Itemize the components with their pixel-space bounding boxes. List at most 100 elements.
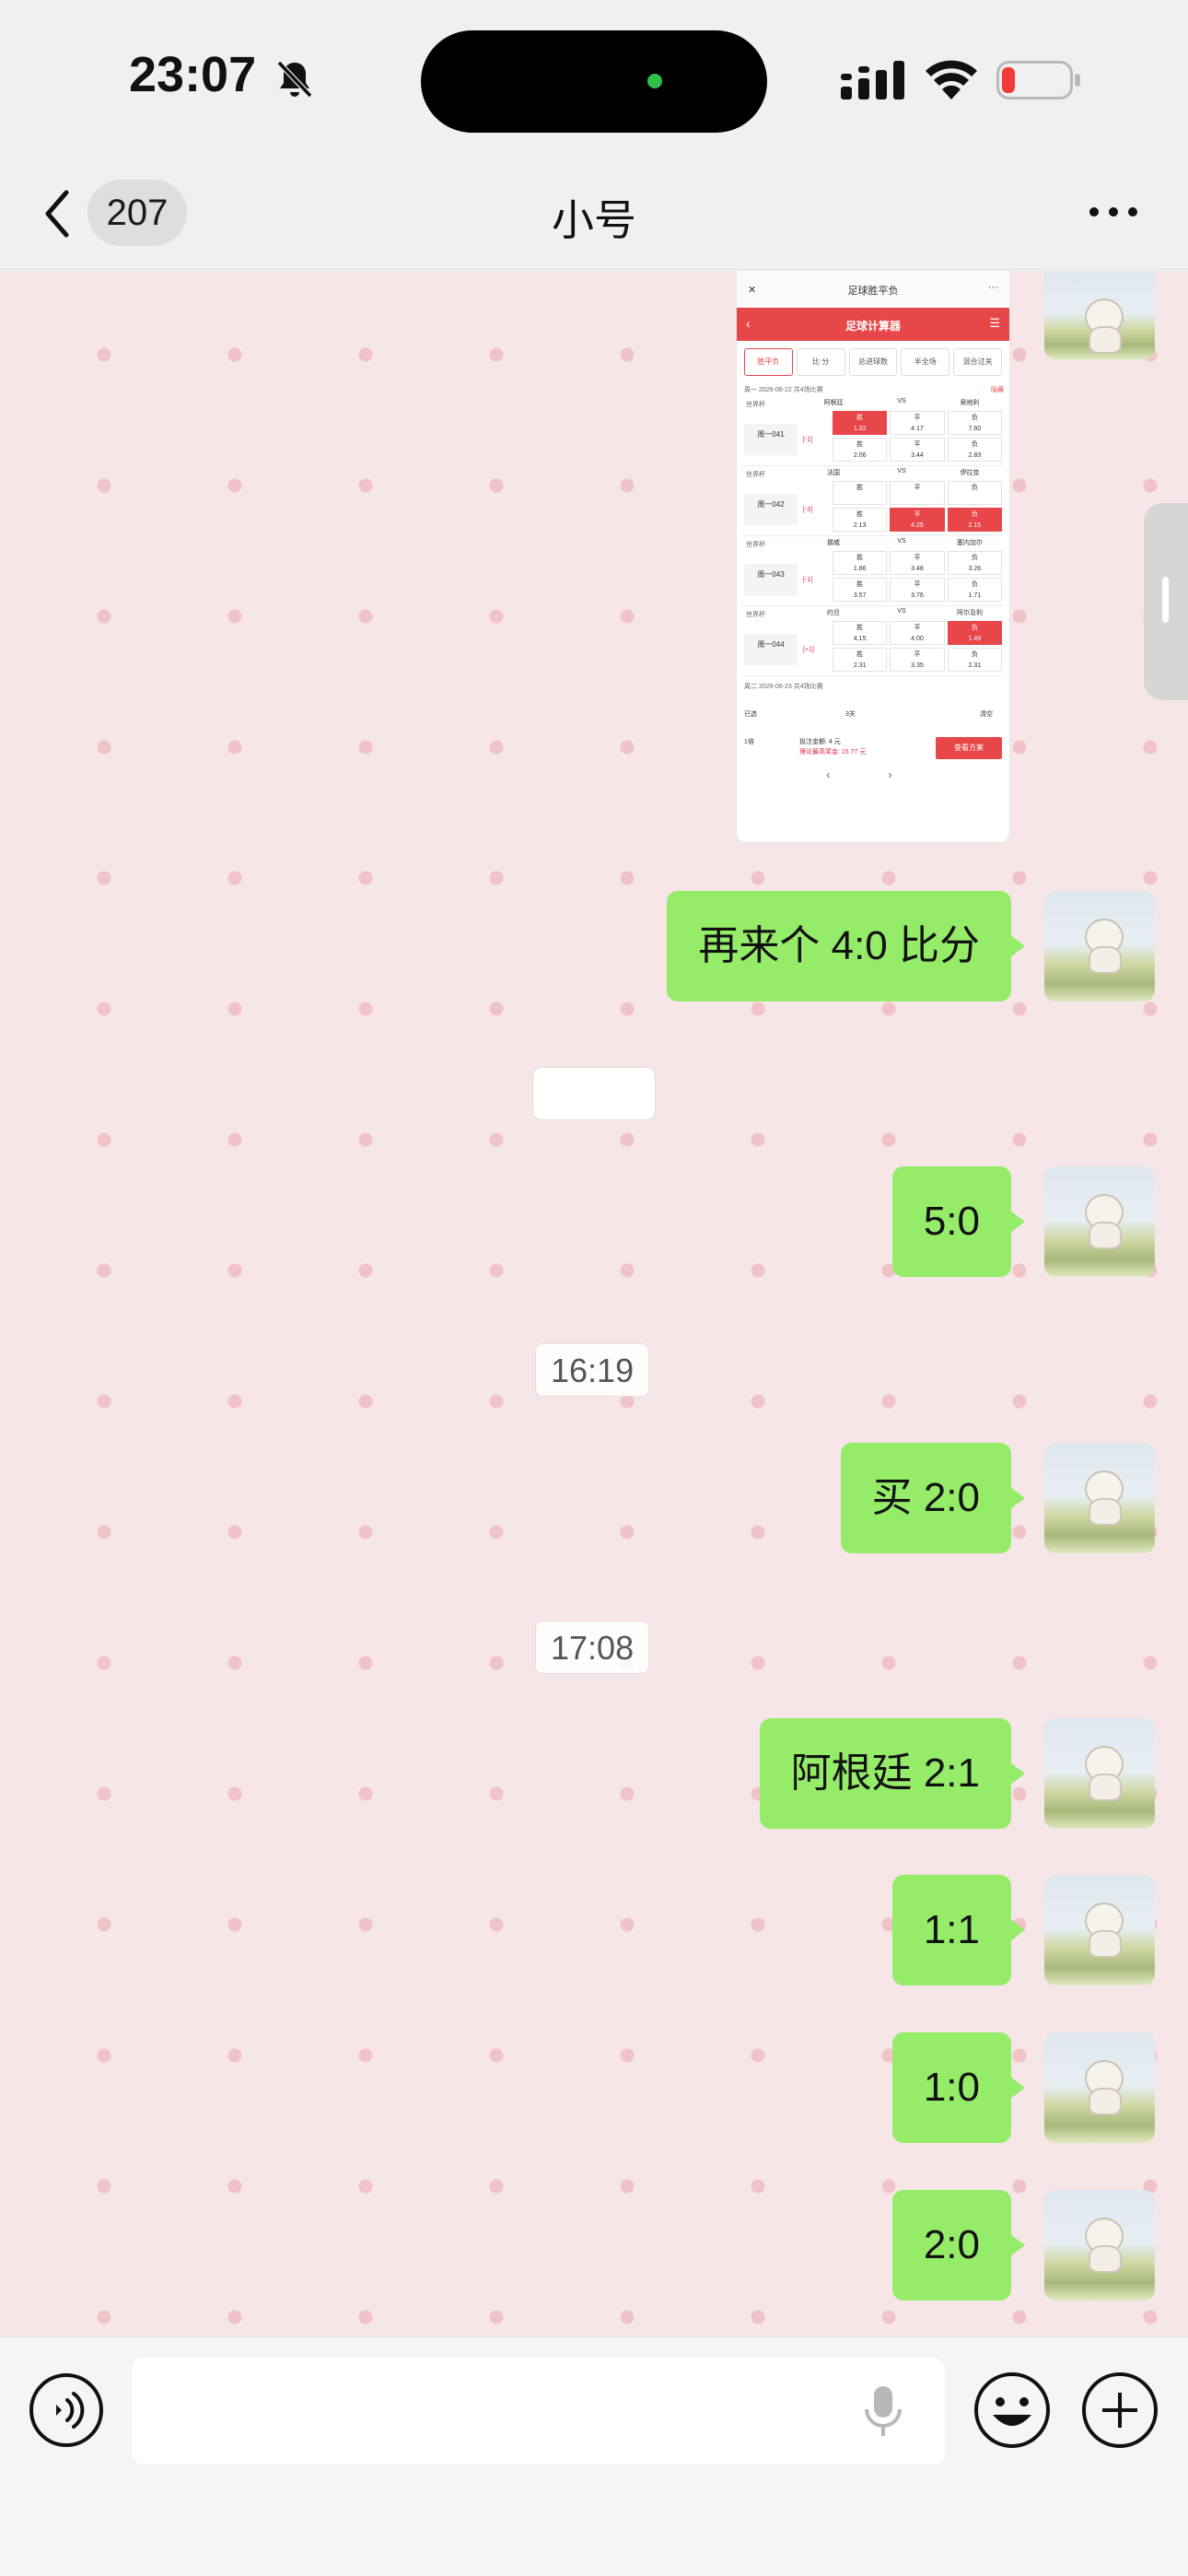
image-odds-cell: 胜 bbox=[833, 481, 888, 505]
image-odds-value: 2.13 bbox=[853, 522, 867, 529]
image-odds-grid: 胜 1.86 平 3.48 负 3.26 胜 3.57 平 3.76 负 1.71 bbox=[833, 551, 1002, 602]
image-away-team: 阿尔及利 bbox=[957, 610, 983, 616]
image-match-row: 世界杯 周一041 阿根廷 VS 奥地利 [-1] 胜 1.32 平 4.17 负 7.60 胜 2.06… bbox=[742, 396, 1004, 466]
image-header: ‹ 足球计算器 ☰ bbox=[737, 308, 1009, 341]
avatar[interactable] bbox=[1044, 1443, 1155, 1553]
image-away-team: 伊拉克 bbox=[960, 470, 980, 476]
image-odds-label: 平 bbox=[914, 511, 921, 518]
image-odds-value: 4.00 bbox=[911, 636, 924, 642]
message-bubble[interactable]: 再来个 4:0 比分 bbox=[667, 891, 1025, 1001]
image-odds-label: 胜 bbox=[856, 441, 864, 448]
image-odds-value: 3.76 bbox=[911, 592, 924, 599]
message-bubble[interactable]: 2:0 bbox=[891, 2190, 1026, 2301]
image-odds-label: 负 bbox=[971, 511, 978, 518]
image-match-row: 世界杯 周一043 挪威 VS 塞内加尔 [-1] 胜 1.86 平 3.48 负 3.26 胜 3.57… bbox=[742, 536, 1004, 606]
more-icon[interactable] bbox=[1087, 198, 1140, 226]
image-home-team: 阿根廷 bbox=[823, 400, 844, 406]
status-bar: 23:07 bbox=[0, 0, 1188, 161]
image-odds-label: 胜 bbox=[856, 555, 864, 561]
avatar[interactable] bbox=[1044, 1718, 1155, 1829]
battery-low-icon bbox=[996, 61, 1080, 100]
avatar[interactable] bbox=[1044, 891, 1155, 1001]
image-odds-cell: 负 2.15 bbox=[947, 508, 1002, 532]
dynamic-island bbox=[421, 30, 767, 133]
image-vs: VS bbox=[897, 398, 906, 404]
emoji-icon[interactable] bbox=[973, 2371, 1052, 2450]
image-odds-value: 1.49 bbox=[968, 636, 982, 642]
image-odds-cell: 负 2.83 bbox=[947, 438, 1002, 462]
avatar[interactable] bbox=[1044, 1875, 1155, 1985]
system-notice-pill bbox=[532, 1067, 656, 1120]
image-match-teams: 约旦 VS 阿尔及利 bbox=[799, 608, 1004, 619]
image-odds-label: 负 bbox=[971, 581, 978, 588]
message-bubble[interactable]: 5:0 bbox=[891, 1166, 1026, 1277]
message-bubble[interactable]: 阿根廷 2:1 bbox=[759, 1718, 1026, 1829]
image-pass-label: 3关 bbox=[845, 711, 856, 718]
message-input[interactable] bbox=[133, 2358, 945, 2465]
image-odds-value: 2.06 bbox=[853, 452, 867, 459]
image-odds-cell: 负 7.60 bbox=[947, 411, 1002, 435]
image-odds-label: 胜 bbox=[856, 485, 864, 491]
plus-icon[interactable] bbox=[1080, 2371, 1159, 2450]
image-odds-grid: 胜平负胜 2.13 平 4.25 负 2.15 bbox=[833, 481, 1002, 532]
image-date-line: 周一 2026-06-22 共4场比赛 隐藏 bbox=[737, 380, 1009, 396]
status-time: 23:07 bbox=[129, 47, 257, 102]
image-tab: 半全场 bbox=[901, 348, 950, 376]
scrollbar-thumb[interactable] bbox=[1144, 503, 1188, 700]
message-bubble[interactable]: 1:1 bbox=[891, 1875, 1026, 1985]
image-match-list: 世界杯 周一041 阿根廷 VS 奥地利 [-1] 胜 1.32 平 4.17 负 7.60 胜 2.06… bbox=[737, 396, 1009, 676]
image-away-team: 奥地利 bbox=[960, 400, 980, 406]
avatar[interactable] bbox=[1044, 2190, 1155, 2301]
image-odds-label: 负 bbox=[971, 555, 978, 561]
image-match-league: 世界杯 bbox=[746, 472, 765, 478]
image-pager: ‹ › bbox=[826, 768, 920, 781]
image-odds-grid: 胜 4.15 平 4.00 负 1.49 胜 2.31 平 3.35 负 2.31 bbox=[833, 621, 1002, 672]
image-match-number: 周一043 bbox=[744, 564, 798, 595]
avatar[interactable] bbox=[1044, 271, 1155, 359]
timestamp: 17:08 bbox=[535, 1621, 650, 1674]
image-odds-label: 胜 bbox=[856, 415, 864, 421]
image-odds-value: 4.15 bbox=[853, 636, 867, 642]
avatar[interactable] bbox=[1044, 1166, 1155, 1277]
image-match-row: 世界杯 周一044 约旦 VS 阿尔及利 [+1] 胜 4.15 平 4.00 负 1.49 胜 2.31… bbox=[742, 606, 1004, 676]
input-bar bbox=[0, 2336, 1188, 2576]
wifi-icon bbox=[926, 60, 977, 100]
message-bubble[interactable]: 买 2:0 bbox=[840, 1443, 1026, 1553]
image-odds-cell: 胜 1.86 bbox=[833, 551, 888, 575]
image-odds-label: 胜 bbox=[856, 511, 864, 518]
image-odds-cell: 平 3.35 bbox=[890, 648, 945, 672]
image-odds-value: 1.86 bbox=[853, 566, 867, 572]
image-odds-label: 负 bbox=[971, 651, 978, 658]
chat-message-list[interactable]: ✕ 足球胜平负 ··· ‹ 足球计算器 ☰ 胜平负 比 分 总进球数 半全场 混… bbox=[0, 271, 1188, 2336]
image-odds-label: 负 bbox=[971, 625, 978, 631]
image-odds-label: 胜 bbox=[856, 625, 864, 631]
mic-icon[interactable] bbox=[860, 2383, 906, 2439]
image-odds-cell: 平 4.00 bbox=[890, 621, 945, 645]
image-odds-label: 平 bbox=[914, 485, 921, 491]
chat-title: 小号 bbox=[552, 196, 636, 244]
image-odds-cell: 平 bbox=[890, 481, 945, 505]
voice-icon[interactable] bbox=[29, 2372, 104, 2448]
image-odds-label: 平 bbox=[914, 555, 921, 561]
bell-off-icon bbox=[276, 60, 313, 99]
image-odds-label: 负 bbox=[971, 441, 978, 448]
image-odds-cell: 胜 2.06 bbox=[833, 438, 888, 462]
image-clear-label: 清空 bbox=[980, 711, 993, 718]
image-odds-cell: 负 1.71 bbox=[947, 578, 1002, 602]
chat-header: 207 小号 bbox=[0, 161, 1188, 270]
message-bubble[interactable]: 1:0 bbox=[891, 2032, 1026, 2143]
image-hide-label: 隐藏 bbox=[991, 387, 1004, 393]
image-match-row: 世界杯 周一042 法国 VS 伊拉克 [-3] 胜平负胜 2.13 平 4.25 负 2.15 bbox=[742, 466, 1004, 536]
image-message[interactable]: ✕ 足球胜平负 ··· ‹ 足球计算器 ☰ 胜平负 比 分 总进球数 半全场 混… bbox=[737, 271, 1009, 842]
image-view-plan-button: 查看方案 bbox=[936, 737, 1002, 759]
image-vs: VS bbox=[897, 468, 906, 474]
menu-icon: ☰ bbox=[989, 316, 1000, 330]
image-odds-cell: 负 3.26 bbox=[947, 551, 1002, 575]
image-tab: 比 分 bbox=[796, 348, 845, 376]
avatar[interactable] bbox=[1044, 2032, 1155, 2143]
signal-icon bbox=[841, 61, 904, 100]
image-odds-cell: 胜 3.57 bbox=[833, 578, 888, 602]
image-home-team: 约旦 bbox=[827, 610, 840, 616]
image-prize-text: 理论最高奖金: 15.77 元 bbox=[799, 749, 867, 755]
image-odds-cell: 胜 2.13 bbox=[833, 508, 888, 532]
